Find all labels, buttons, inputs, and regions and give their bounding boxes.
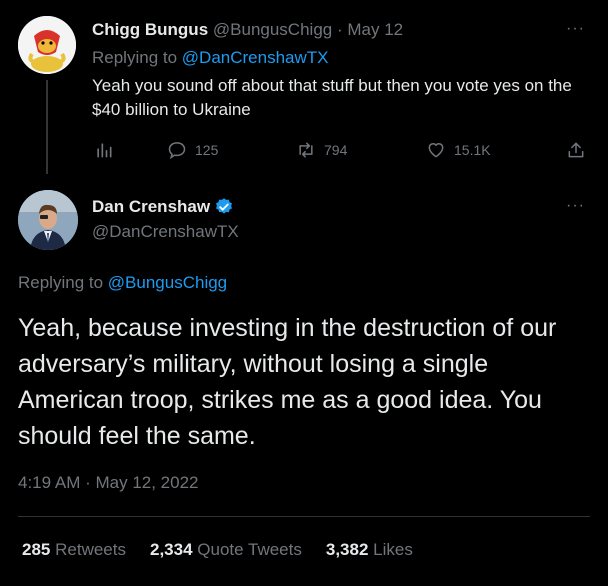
- thread-line: [46, 80, 48, 174]
- retweets-stat[interactable]: 285 Retweets: [22, 540, 126, 560]
- quotes-label: Quote Tweets: [197, 540, 302, 559]
- main-tweet-text: Yeah, because investing in the destructi…: [18, 314, 557, 450]
- replying-prefix: Replying to: [18, 273, 104, 292]
- verified-badge-icon: [216, 198, 233, 214]
- reply-more-icon[interactable]: ···: [566, 20, 585, 38]
- tweet-timestamp[interactable]: 4:19 AM · May 12, 2022: [18, 473, 199, 493]
- quotes-count: 2,334: [149, 540, 193, 559]
- share-button[interactable]: [566, 140, 586, 160]
- heart-icon: [428, 143, 444, 158]
- avatar-dan-crenshaw[interactable]: [18, 190, 78, 250]
- analytics-icon: [97, 143, 112, 158]
- retweet-count: 794: [324, 142, 348, 158]
- retweet-icon: [299, 142, 313, 158]
- like-button[interactable]: 15.1K: [426, 140, 491, 160]
- main-author-handle[interactable]: @DanCrenshawTX: [92, 222, 239, 242]
- quote-tweets-stat[interactable]: 2,334 Quote Tweets: [150, 540, 302, 560]
- divider: [18, 516, 590, 517]
- share-icon: [568, 142, 584, 158]
- main-more-icon[interactable]: ···: [566, 197, 585, 215]
- analytics-button[interactable]: [94, 140, 114, 160]
- main-author-name-row: Dan Crenshaw: [92, 197, 234, 217]
- reply-replying-to: Replying to @DanCrenshawTX: [92, 48, 329, 68]
- likes-stat[interactable]: 3,382 Likes: [326, 540, 413, 560]
- replying-to-link[interactable]: @BungusChigg: [108, 273, 227, 292]
- replying-to-link[interactable]: @DanCrenshawTX: [182, 48, 329, 67]
- replying-prefix: Replying to: [92, 48, 178, 67]
- reply-author-name[interactable]: Chigg Bungus: [92, 20, 208, 39]
- reply-button[interactable]: 125: [167, 140, 218, 160]
- reply-tweet-text: Yeah you sound off about that stuff but …: [92, 76, 572, 119]
- avatar-chigg-bungus[interactable]: [18, 16, 76, 74]
- reply-tweet-header: Chigg Bungus @BungusChigg · May 12: [92, 20, 403, 40]
- reply-author-handle[interactable]: @BungusChigg: [213, 20, 332, 39]
- main-replying-to: Replying to @BungusChigg: [18, 273, 227, 293]
- likes-count: 3,382: [325, 540, 369, 559]
- retweets-count: 285: [22, 540, 51, 559]
- engagement-stats: 285 Retweets 2,334 Quote Tweets 3,382 Li…: [22, 540, 413, 560]
- main-author-name[interactable]: Dan Crenshaw: [92, 197, 210, 217]
- reply-icon: [168, 142, 186, 160]
- reply-count: 125: [195, 142, 219, 158]
- likes-label: Likes: [373, 540, 413, 559]
- retweets-label: Retweets: [55, 540, 126, 559]
- retweet-button[interactable]: 794: [296, 140, 347, 160]
- reply-date[interactable]: · May 12: [337, 20, 403, 39]
- like-count: 15.1K: [454, 142, 491, 158]
